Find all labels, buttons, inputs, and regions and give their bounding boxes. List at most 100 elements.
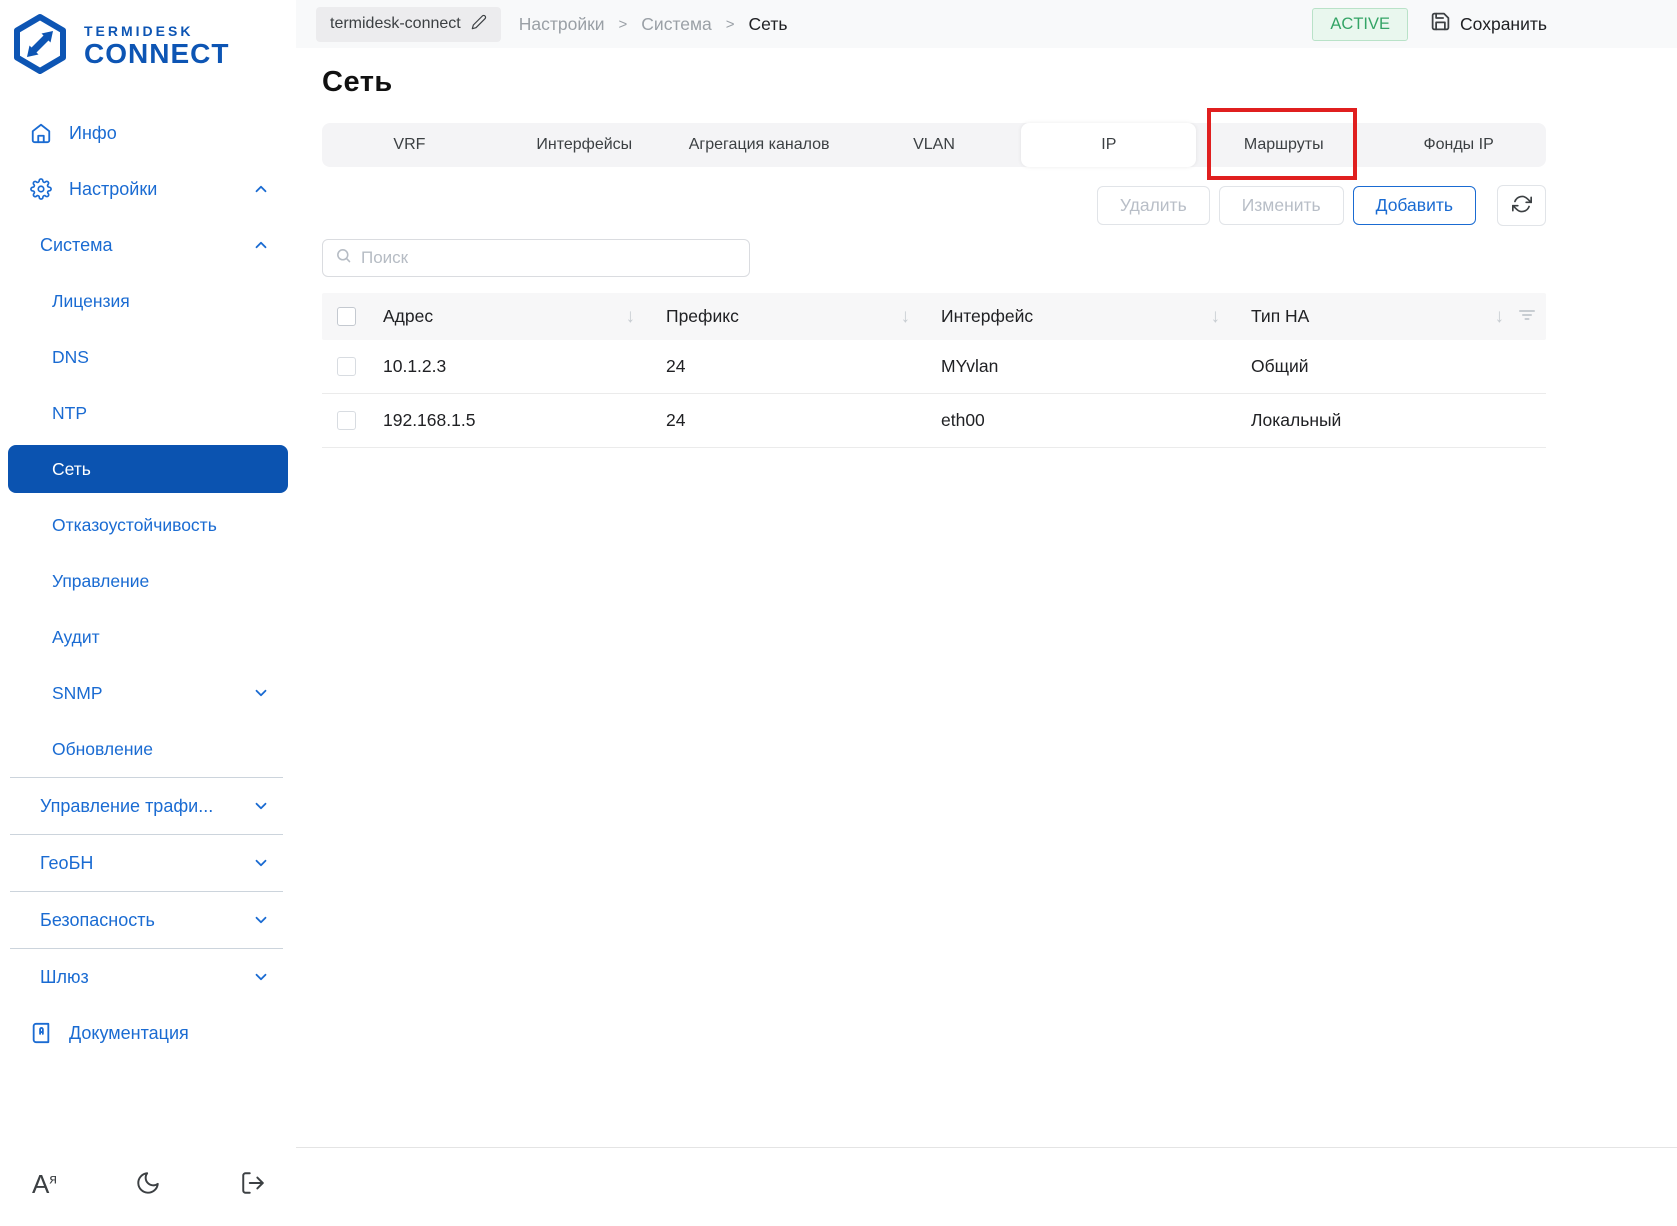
breadcrumb: Настройки > Система > Сеть — [519, 14, 788, 35]
status-badge: ACTIVE — [1312, 8, 1408, 41]
chevron-down-icon — [252, 797, 270, 815]
content-bottom-border — [296, 1147, 1677, 1148]
sidebar-item-network[interactable]: Сеть — [8, 445, 288, 493]
sidebar-item-info[interactable]: Инфо — [0, 105, 296, 161]
select-all-checkbox[interactable] — [337, 307, 356, 326]
page-title: Сеть — [322, 66, 1546, 99]
language-toggle-button[interactable]: Aя — [32, 1169, 57, 1200]
table-actions: Удалить Изменить Добавить — [322, 185, 1546, 226]
tab-link-aggregation[interactable]: Агрегация каналов — [672, 123, 847, 167]
sidebar-item-security[interactable]: Безопасность — [0, 892, 296, 948]
tab-ip-pools[interactable]: Фонды IP — [1371, 123, 1546, 167]
sidebar-footer: Aя — [0, 1169, 296, 1226]
main-area: termidesk-connect Настройки > Система > … — [296, 0, 1677, 1226]
sidebar-item-label: SNMP — [52, 683, 103, 704]
brand-line2: CONNECT — [84, 39, 229, 68]
sidebar-item-snmp[interactable]: SNMP — [0, 665, 296, 721]
tab-interfaces[interactable]: Интерфейсы — [497, 123, 672, 167]
cell-address: 192.168.1.5 — [370, 410, 653, 431]
logout-button[interactable] — [240, 1170, 266, 1199]
sidebar-item-label: Аудит — [52, 627, 100, 648]
sort-arrow-icon[interactable]: ↓ — [901, 306, 911, 328]
save-label: Сохранить — [1460, 14, 1547, 35]
save-floppy-icon — [1430, 11, 1451, 37]
sidebar-item-label: Безопасность — [40, 910, 155, 931]
sort-arrow-icon[interactable]: ↓ — [1495, 306, 1505, 328]
sidebar-item-license[interactable]: Лицензия — [0, 273, 296, 329]
sidebar-item-dns[interactable]: DNS — [0, 329, 296, 385]
sidebar-item-label: Управление — [52, 571, 149, 592]
search-input[interactable] — [361, 248, 737, 268]
sidebar-item-settings[interactable]: Настройки — [0, 161, 296, 217]
sidebar-item-gateway[interactable]: Шлюз — [0, 949, 296, 1005]
cell-ha-type: Общий — [1238, 356, 1546, 377]
sidebar-item-management[interactable]: Управление — [0, 553, 296, 609]
save-button[interactable]: Сохранить — [1430, 11, 1547, 37]
logout-icon — [240, 1170, 266, 1199]
sort-arrow-icon[interactable]: ↓ — [626, 306, 636, 328]
brand-line1: TERMIDESK — [84, 24, 229, 39]
tabs-wrap: VRF Интерфейсы Агрегация каналов VLAN IP… — [322, 123, 1546, 167]
sort-arrow-icon[interactable]: ↓ — [1211, 306, 1221, 328]
sidebar-item-traffic[interactable]: Управление трафи... — [0, 778, 296, 834]
chevron-up-icon — [252, 236, 270, 254]
hostname-chip[interactable]: termidesk-connect — [316, 7, 501, 42]
sidebar-item-label: Управление трафи... — [40, 796, 213, 817]
tab-routes[interactable]: Маршруты — [1196, 123, 1371, 167]
ip-table: Адрес ↓ Префикс ↓ Интерфейс ↓ Тип HA — [322, 293, 1546, 448]
app-window: TERMIDESK CONNECT Инфо Настройки — [0, 0, 1677, 1226]
tab-vrf[interactable]: VRF — [322, 123, 497, 167]
sidebar-item-failover[interactable]: Отказоустойчивость — [0, 497, 296, 553]
breadcrumb-system[interactable]: Система — [641, 14, 711, 35]
sidebar-item-label: Лицензия — [52, 291, 130, 312]
sidebar-item-audit[interactable]: Аудит — [0, 609, 296, 665]
breadcrumb-settings[interactable]: Настройки — [519, 14, 605, 35]
refresh-button[interactable] — [1497, 185, 1546, 226]
moon-icon — [135, 1170, 161, 1199]
hostname-label: termidesk-connect — [330, 15, 461, 33]
tab-ip[interactable]: IP — [1021, 123, 1196, 167]
book-icon — [30, 1022, 54, 1044]
sidebar-item-update[interactable]: Обновление — [0, 721, 296, 777]
delete-button[interactable]: Удалить — [1097, 186, 1210, 225]
table-row[interactable]: 192.168.1.5 24 eth00 Локальный — [322, 394, 1546, 448]
row-checkbox[interactable] — [337, 357, 356, 376]
network-page: Сеть VRF Интерфейсы Агрегация каналов VL… — [296, 48, 1677, 448]
tab-bar: VRF Интерфейсы Агрегация каналов VLAN IP… — [322, 123, 1546, 167]
brand-text: TERMIDESK CONNECT — [84, 24, 229, 68]
brand-logo[interactable]: TERMIDESK CONNECT — [0, 8, 296, 91]
sidebar-item-label: Обновление — [52, 739, 153, 760]
filter-icon[interactable] — [1518, 306, 1536, 327]
sidebar-item-ntp[interactable]: NTP — [0, 385, 296, 441]
chevron-up-icon — [252, 180, 270, 198]
sidebar-item-label: Шлюз — [40, 967, 89, 988]
cell-prefix: 24 — [653, 410, 928, 431]
search-box — [322, 239, 750, 277]
sidebar: TERMIDESK CONNECT Инфо Настройки — [0, 0, 296, 1226]
edit-button[interactable]: Изменить — [1219, 186, 1344, 225]
column-header-prefix: Префикс — [666, 306, 739, 327]
breadcrumb-separator: > — [619, 16, 628, 33]
sidebar-item-documentation[interactable]: Документация — [0, 1005, 296, 1061]
sidebar-item-system[interactable]: Система — [0, 217, 296, 273]
topbar-right: ACTIVE Сохранить — [1312, 8, 1547, 41]
sidebar-item-label: Документация — [69, 1023, 189, 1044]
add-button[interactable]: Добавить — [1353, 186, 1476, 225]
tab-vlan[interactable]: VLAN — [847, 123, 1022, 167]
chevron-down-icon — [252, 854, 270, 872]
search-icon — [335, 247, 352, 269]
sidebar-item-label: Инфо — [69, 123, 117, 144]
sidebar-item-label: ГеоБН — [40, 853, 93, 874]
table-row[interactable]: 10.1.2.3 24 MYvlan Общий — [322, 340, 1546, 394]
sidebar-item-geobn[interactable]: ГеоБН — [0, 835, 296, 891]
sidebar-menu: Инфо Настройки Система Лицензия — [0, 105, 296, 1061]
row-checkbox[interactable] — [337, 411, 356, 430]
sidebar-item-label: Отказоустойчивость — [52, 515, 217, 536]
cell-address: 10.1.2.3 — [370, 356, 653, 377]
dark-mode-button[interactable] — [135, 1170, 161, 1199]
chevron-down-icon — [252, 684, 270, 702]
gear-icon — [30, 178, 54, 200]
cell-prefix: 24 — [653, 356, 928, 377]
refresh-icon — [1512, 194, 1532, 217]
table-header: Адрес ↓ Префикс ↓ Интерфейс ↓ Тип HA — [322, 293, 1546, 340]
